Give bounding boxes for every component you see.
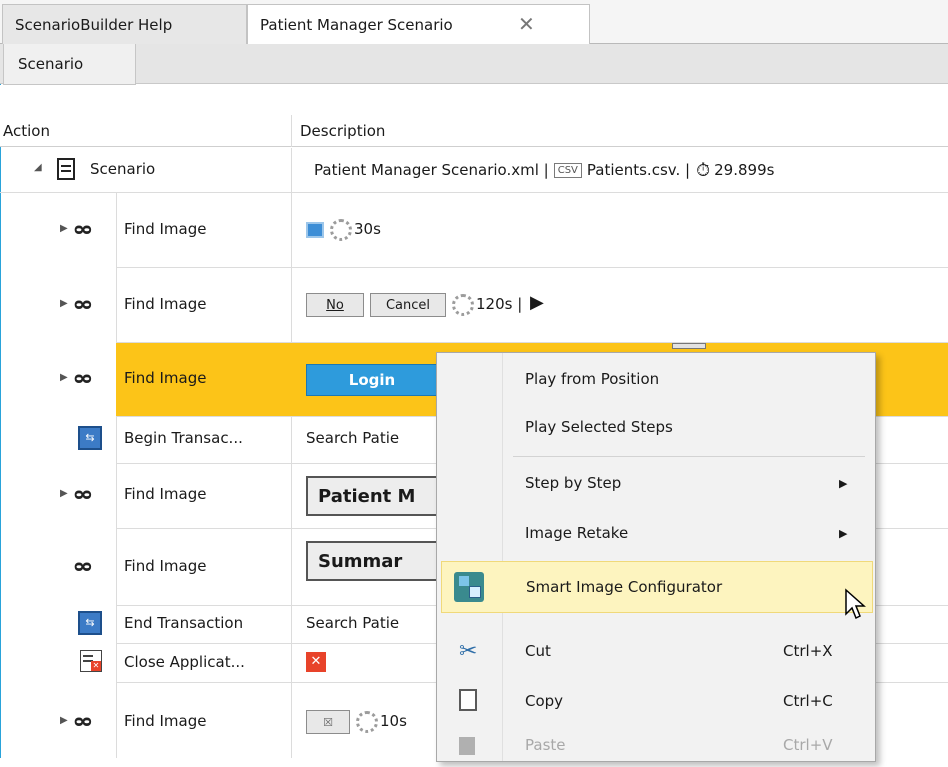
binoculars-icon: ᴑᴑ	[74, 485, 92, 503]
tab-scenario[interactable]: Scenario	[3, 44, 136, 85]
sub-tab-bar	[0, 44, 948, 84]
menu-item-label: Cut	[525, 642, 551, 660]
smart-configurator-icon	[454, 572, 484, 602]
tree-row-scenario[interactable]: ◢ Scenario Patient Manager Scenario.xml …	[0, 148, 948, 192]
menu-item-step-by-step[interactable]: Step by Step ▶	[437, 461, 875, 505]
mouse-cursor-icon	[845, 588, 866, 620]
column-label: Description	[300, 122, 386, 140]
scenario-duration: 29.899s	[714, 161, 775, 179]
close-icon[interactable]: ✕	[518, 12, 535, 36]
transaction-name: Search Patie	[306, 614, 400, 632]
binoculars-icon: ᴑᴑ	[74, 557, 92, 575]
column-divider[interactable]	[291, 115, 292, 147]
row-action-label: End Transaction	[124, 614, 244, 632]
column-header-description[interactable]: Description	[300, 115, 900, 147]
image-patient-manager: Patient M	[306, 476, 446, 516]
column-header-action[interactable]: Action	[3, 115, 290, 147]
row-action-label: Find Image	[124, 220, 207, 238]
stopwatch-icon: ⏱	[696, 159, 711, 181]
play-icon: ▶	[530, 292, 544, 313]
menu-item-play-selected-steps[interactable]: Play Selected Steps	[437, 405, 875, 449]
row-action-label: Find Image	[124, 557, 207, 575]
collapse-arrow-icon[interactable]: ◢	[34, 162, 42, 173]
menu-item-label: Step by Step	[525, 474, 622, 492]
image-close-button: ☒	[306, 710, 350, 734]
scenario-document-icon	[57, 158, 75, 180]
row-action-label: Find Image	[124, 295, 207, 313]
menu-item-paste[interactable]: Paste Ctrl+V	[437, 723, 875, 767]
tree-column-header: Action Description	[0, 115, 948, 147]
row-action-label: Find Image	[124, 369, 207, 387]
menu-item-shortcut: Ctrl+X	[783, 642, 833, 660]
tab-label: Patient Manager Scenario	[260, 16, 453, 34]
menu-item-image-retake[interactable]: Image Retake ▶	[437, 511, 875, 555]
binoculars-icon: ᴑᴑ	[74, 220, 92, 238]
csv-file-text: Patients.csv. |	[586, 161, 691, 179]
expand-arrow-icon[interactable]: ▶	[60, 715, 68, 726]
tab-label: ScenarioBuilder Help	[15, 15, 173, 34]
menu-item-label: Smart Image Configurator	[526, 578, 723, 596]
image-thumbnail	[306, 222, 324, 238]
menu-item-smart-image-configurator[interactable]: Smart Image Configurator	[441, 561, 873, 613]
binoculars-icon: ᴑᴑ	[74, 295, 92, 313]
csv-badge: CSV	[553, 162, 582, 178]
row-action-label: Begin Transac...	[124, 429, 243, 447]
row-action-label: Find Image	[124, 485, 207, 503]
image-summary: Summar	[306, 541, 446, 581]
tree-row[interactable]: ▶ ᴑᴑ Find Image No Cancel 120s | ▶	[0, 268, 948, 342]
menu-item-play-from-position[interactable]: Play from Position	[437, 357, 875, 401]
submenu-arrow-icon: ▶	[839, 526, 848, 540]
row-action-label: Find Image	[124, 712, 207, 730]
column-label: Action	[3, 122, 50, 140]
transaction-icon: ⇆	[78, 426, 102, 450]
tab-patient-manager-scenario[interactable]: Patient Manager Scenario ✕	[247, 4, 590, 45]
menu-item-cut[interactable]: ✂ Cut Ctrl+X	[437, 629, 875, 673]
expand-arrow-icon[interactable]: ▶	[60, 223, 68, 234]
expand-arrow-icon[interactable]: ▶	[60, 372, 68, 383]
menu-item-copy[interactable]: Copy Ctrl+C	[437, 679, 875, 723]
transaction-name: Search Patie	[306, 429, 400, 447]
image-login-button: Login	[306, 364, 438, 396]
submenu-arrow-icon: ▶	[839, 476, 848, 490]
menu-item-label: Paste	[525, 736, 566, 754]
expand-arrow-icon[interactable]: ▶	[60, 488, 68, 499]
menu-item-label: Play Selected Steps	[525, 418, 673, 436]
tree-row[interactable]: ▶ ᴑᴑ Find Image 30s	[0, 193, 948, 267]
timeout-spinner-icon	[356, 711, 378, 733]
copy-icon	[459, 689, 477, 711]
close-application-icon: ✕	[80, 650, 102, 672]
timeout-spinner-icon	[330, 219, 352, 241]
scissors-icon: ✂	[459, 638, 478, 664]
row-description: Patient Manager Scenario.xml | CSV Patie…	[314, 148, 774, 192]
row-action-label: Close Applicat...	[124, 653, 245, 671]
menu-item-label: Play from Position	[525, 370, 660, 388]
transaction-icon: ⇆	[78, 611, 102, 635]
menu-item-label: Copy	[525, 692, 564, 710]
timeout-value: 10s	[380, 712, 407, 730]
menu-separator	[513, 456, 865, 457]
image-thumbnail	[672, 343, 706, 349]
scenario-file-text: Patient Manager Scenario.xml |	[314, 161, 549, 179]
tab-scenariobuilder-help[interactable]: ScenarioBuilder Help	[2, 4, 247, 44]
binoculars-icon: ᴑᴑ	[74, 712, 92, 730]
context-menu: Play from Position Play Selected Steps S…	[436, 352, 876, 762]
row-action-label: Scenario	[90, 160, 156, 178]
image-no-button: No	[306, 293, 364, 317]
timeout-value: 30s	[354, 220, 381, 238]
toolbar-area	[0, 85, 948, 115]
timeout-spinner-icon	[452, 294, 474, 316]
timeout-value: 120s |	[476, 295, 523, 313]
expand-arrow-icon[interactable]: ▶	[60, 298, 68, 309]
binoculars-icon: ᴑᴑ	[74, 369, 92, 387]
menu-item-shortcut: Ctrl+V	[783, 736, 833, 754]
menu-item-label: Image Retake	[525, 524, 629, 542]
image-cancel-button: Cancel	[370, 293, 446, 317]
menu-item-shortcut: Ctrl+C	[783, 692, 833, 710]
paste-icon	[459, 737, 475, 755]
tab-label: Scenario	[18, 55, 84, 73]
close-icon: ✕	[306, 652, 326, 672]
